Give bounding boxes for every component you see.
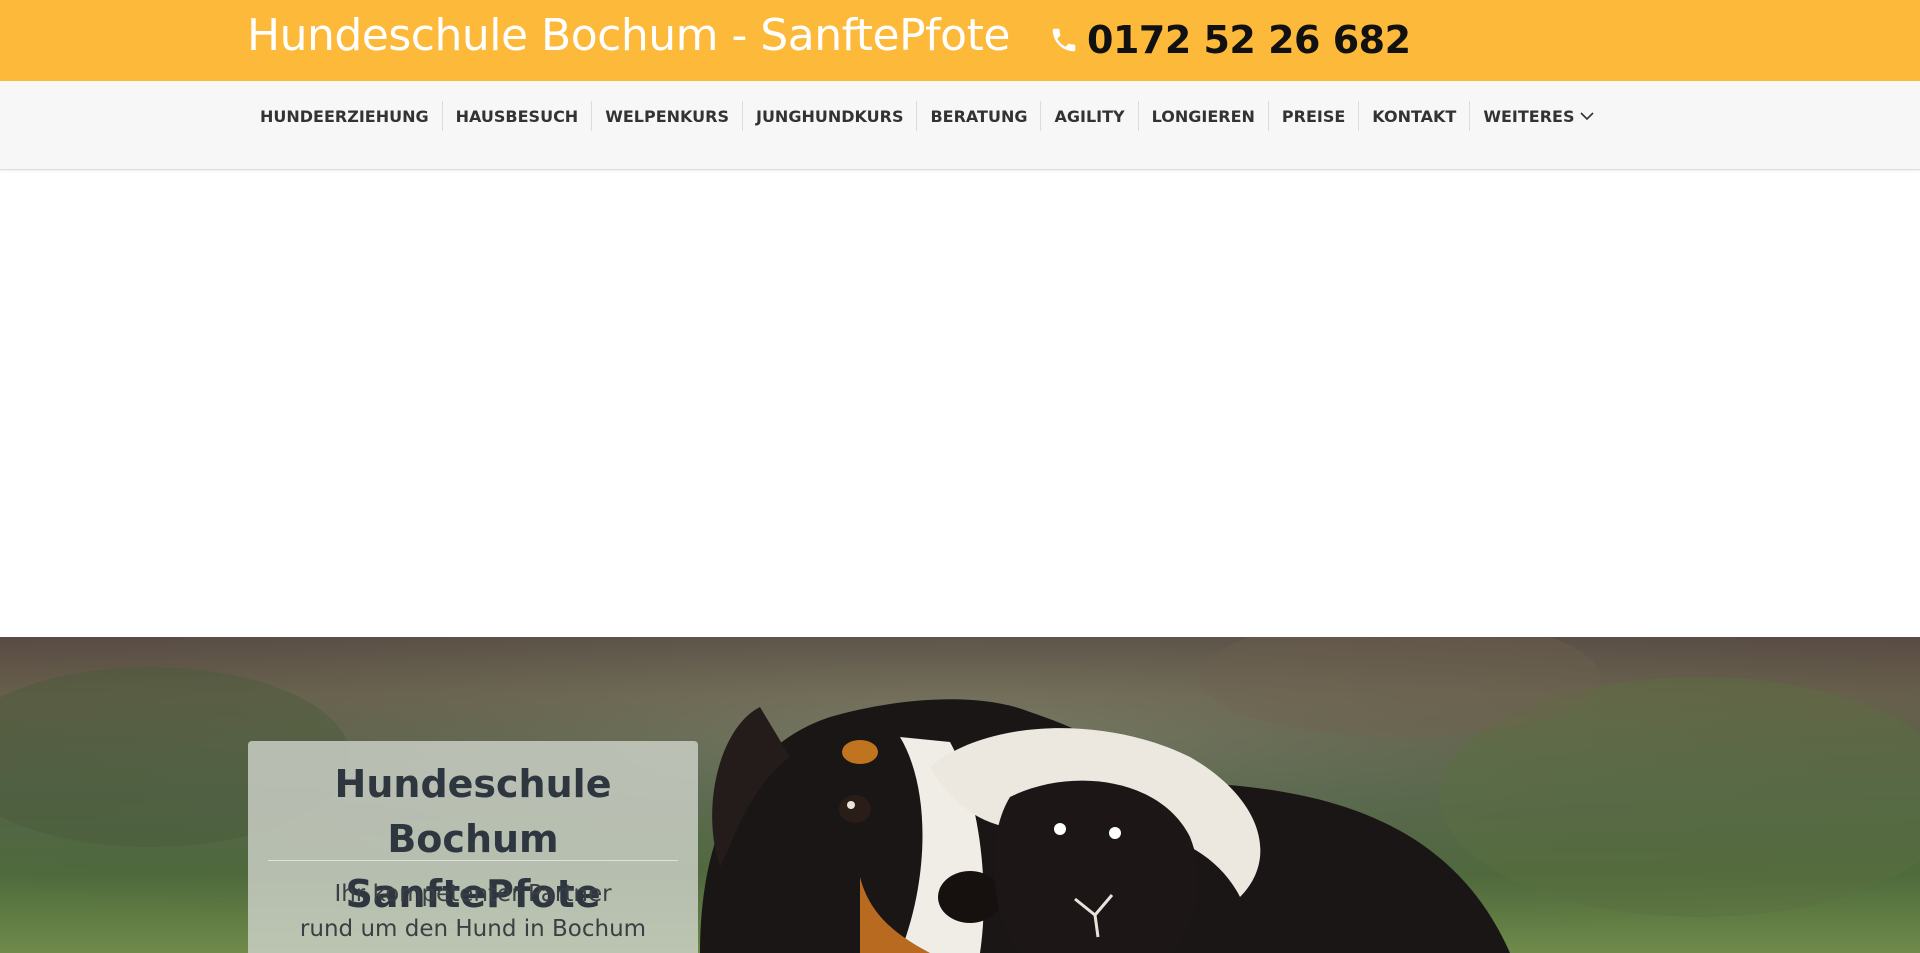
phone-icon (1052, 28, 1076, 52)
nav-item-junghundkurs[interactable]: JUNGHUNDKURS (741, 101, 916, 131)
nav-list: HUNDEERZIEHUNG HAUSBESUCH WELPENKURS JUN… (247, 101, 1607, 131)
hero-text-card: Hundeschule Bochum SanftePfote Ihr kompe… (248, 741, 698, 953)
nav-item-welpenkurs[interactable]: WELPENKURS (591, 101, 742, 131)
nav-item-label[interactable]: HUNDEERZIEHUNG (260, 107, 429, 126)
nav-item-hausbesuch[interactable]: HAUSBESUCH (441, 101, 592, 131)
hero-subtitle-line: Ihr kompetenter Partner (334, 881, 612, 907)
hero-subtitle-line: rund um den Hund in Bochum (299, 916, 647, 942)
phone-number[interactable]: 0172 52 26 682 (1087, 18, 1411, 62)
nav-item-hundeerziehung[interactable]: HUNDEERZIEHUNG (247, 101, 442, 131)
phone-contact[interactable]: 0172 52 26 682 (1049, 16, 1411, 64)
nav-item-label[interactable]: HAUSBESUCH (456, 107, 579, 126)
nav-item-label[interactable]: LONGIEREN (1152, 107, 1255, 126)
main-navigation: HUNDEERZIEHUNG HAUSBESUCH WELPENKURS JUN… (0, 81, 1920, 170)
nav-item-beratung[interactable]: BERATUNG (916, 101, 1040, 131)
nav-item-label[interactable]: KONTAKT (1372, 107, 1456, 126)
nav-item-label[interactable]: AGILITY (1054, 107, 1124, 126)
top-header-bar: Hundeschule Bochum - SanftePfote 0172 52… (0, 0, 1920, 81)
nav-item-label[interactable]: PREISE (1282, 107, 1345, 126)
site-title[interactable]: Hundeschule Bochum - SanftePfote (247, 10, 1010, 61)
nav-item-longieren[interactable]: LONGIEREN (1137, 101, 1268, 131)
nav-item-weiteres[interactable]: WEITERES (1469, 101, 1607, 131)
nav-item-label[interactable]: WELPENKURS (605, 107, 729, 126)
nav-item-kontakt[interactable]: KONTAKT (1358, 101, 1469, 131)
nav-item-agility[interactable]: AGILITY (1040, 101, 1137, 131)
nav-item-label[interactable]: WEITERES (1483, 107, 1574, 126)
hero-heading-line: Hundeschule Bochum (334, 762, 612, 861)
nav-item-preise[interactable]: PREISE (1267, 101, 1358, 131)
nav-item-label[interactable]: JUNGHUNDKURS (756, 107, 903, 126)
nav-item-label[interactable]: BERATUNG (930, 107, 1027, 126)
chevron-down-icon[interactable] (1580, 111, 1595, 121)
hero-subtitle: Ihr kompetenter Partner rund um den Hund… (248, 877, 698, 947)
hero-divider (268, 860, 678, 861)
